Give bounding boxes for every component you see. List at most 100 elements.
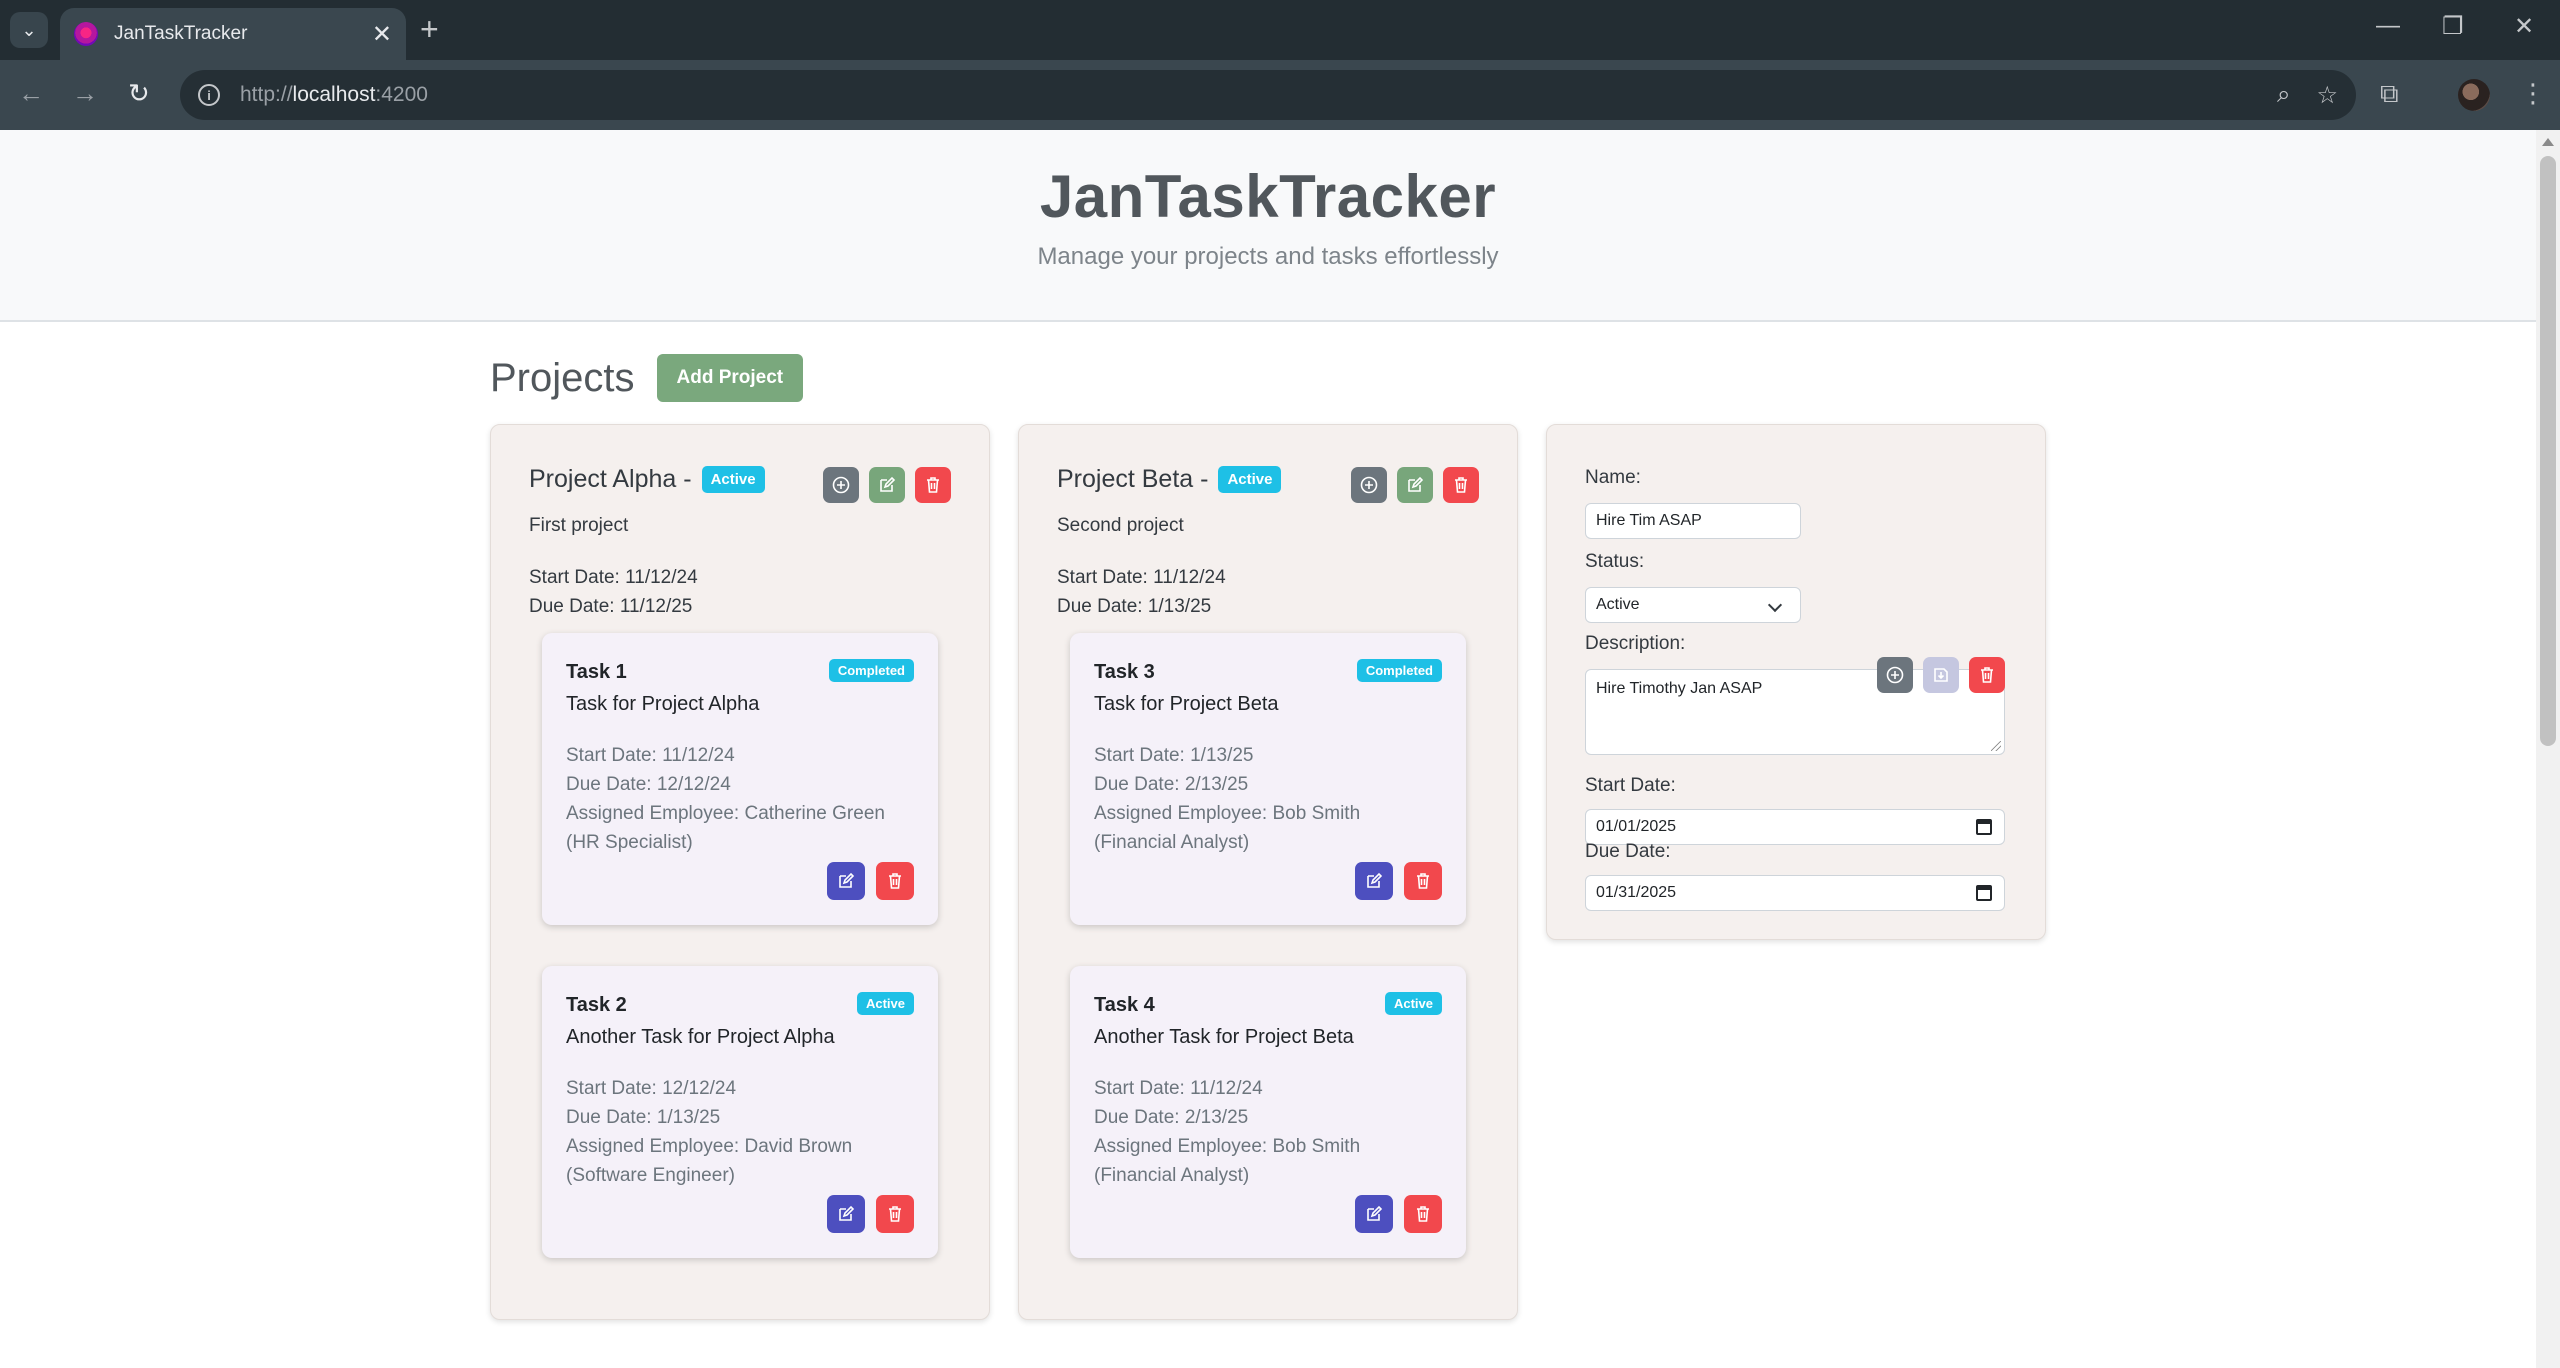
task-actions [827,1195,914,1233]
plus-circle-icon [1360,476,1378,494]
name-label: Name: [1585,467,1641,488]
plus-circle-icon [832,476,850,494]
task-start-date: Start Date: 11/12/24 [566,745,735,766]
page-scrollbar[interactable] [2536,130,2560,1368]
edit-project-button[interactable] [1397,467,1433,503]
task-description: Task for Project Beta [1094,693,1279,715]
site-info-icon[interactable]: i [198,84,220,106]
task-card: Task 2 Active Another Task for Project A… [542,966,938,1258]
browser-tab-bar: ⌄ JanTaskTracker ✕ + — ❐ ✕ [0,0,2560,60]
task-info: Start Date: 11/12/24 Due Date: 2/13/25 A… [1094,1074,1446,1190]
profile-avatar[interactable] [2458,79,2490,111]
task-info: Start Date: 12/12/24 Due Date: 1/13/25 A… [566,1074,918,1190]
project-dates: Start Date: 11/12/24 Due Date: 11/12/25 [529,563,698,621]
project-start-date: Start Date: 11/12/24 [529,567,698,588]
browser-toolbar: ← → ↻ i http://localhost:4200 ⌕ ☆ ⧉ ⋮ [0,60,2560,130]
form-action-buttons [1877,657,2005,693]
task-status-badge: Active [856,992,914,1015]
project-name: Project Beta - [1057,465,1209,493]
minimize-icon[interactable]: — [2376,12,2400,40]
delete-project-button[interactable] [1443,467,1479,503]
tab-search-button[interactable]: ⌄ [10,12,48,48]
task-actions [1355,862,1442,900]
delete-task-button[interactable] [1404,862,1442,900]
new-project-form: Name: Hire Tim ASAP Status: Active Descr… [1546,424,2046,940]
browser-tab[interactable]: JanTaskTracker ✕ [60,8,406,60]
delete-task-button[interactable] [876,862,914,900]
forward-icon[interactable]: → [72,78,98,108]
tab-close-icon[interactable]: ✕ [372,20,392,49]
trash-icon [927,477,939,493]
due-date-label: Due Date: [1585,841,1671,862]
url-text: http://localhost:4200 [240,83,428,106]
status-select[interactable]: Active [1585,587,1801,623]
project-title: Project Beta - Active [1057,465,1282,494]
extensions-icon[interactable]: ⧉ [2380,78,2399,110]
task-status-badge: Completed [828,659,914,682]
task-card: Task 4 Active Another Task for Project B… [1070,966,1466,1258]
due-date-input[interactable]: 01/31/2025 [1585,875,2005,911]
project-due-date: Due Date: 1/13/25 [1057,596,1212,617]
edit-icon [1367,872,1383,888]
task-actions [1355,1195,1442,1233]
reload-icon[interactable]: ↻ [128,78,150,108]
app-subtitle: Manage your projects and tasks effortles… [1037,243,1499,270]
trash-icon [889,873,901,889]
resize-handle-icon[interactable] [1991,741,2001,751]
window-close-icon[interactable]: ✕ [2514,12,2534,41]
task-card: Task 1 Completed Task for Project Alpha … [542,633,938,925]
calendar-icon[interactable] [1976,885,1992,901]
edit-icon [839,872,855,888]
task-name: Task 3 [1094,661,1155,683]
trash-icon [1417,873,1429,889]
address-bar[interactable]: i http://localhost:4200 ⌕ ☆ [180,70,2356,120]
project-card-alpha: Project Alpha - Active First project Sta… [490,424,990,1320]
task-name: Task 2 [566,994,627,1016]
start-date-input[interactable]: 01/01/2025 [1585,809,2005,845]
edit-task-button[interactable] [827,862,865,900]
zoom-icon[interactable]: ⌕ [2277,81,2290,109]
edit-project-button[interactable] [869,467,905,503]
add-task-button[interactable] [1877,657,1913,693]
edit-icon [839,1205,855,1221]
task-name: Task 1 [566,661,627,683]
scroll-thumb[interactable] [2540,156,2556,746]
task-due-date: Due Date: 2/13/25 [1094,774,1249,795]
edit-task-button[interactable] [1355,862,1393,900]
delete-task-button[interactable] [1404,1195,1442,1233]
task-due-date: Due Date: 2/13/25 [1094,1107,1249,1128]
project-dates: Start Date: 11/12/24 Due Date: 1/13/25 [1057,563,1226,621]
description-label: Description: [1585,633,1686,654]
restore-icon[interactable]: ❐ [2442,12,2464,41]
task-card: Task 3 Completed Task for Project Beta S… [1070,633,1466,925]
delete-task-button[interactable] [876,1195,914,1233]
project-description: Second project [1057,515,1184,536]
bookmark-star-icon[interactable]: ☆ [2316,81,2338,110]
calendar-icon[interactable] [1976,819,1992,835]
name-input[interactable]: Hire Tim ASAP [1585,503,1801,539]
new-tab-button[interactable]: + [420,10,439,48]
save-project-button[interactable] [1923,657,1959,693]
page-content: JanTaskTracker Manage your projects and … [0,130,2536,1368]
task-info: Start Date: 1/13/25 Due Date: 2/13/25 As… [1094,741,1446,857]
task-employee: Assigned Employee: Catherine Green (HR S… [566,803,885,853]
back-icon[interactable]: ← [18,78,44,108]
task-start-date: Start Date: 11/12/24 [1094,1078,1263,1099]
edit-task-button[interactable] [1355,1195,1393,1233]
delete-project-button[interactable] [915,467,951,503]
project-name: Project Alpha - [529,465,692,493]
task-name: Task 4 [1094,994,1155,1016]
cancel-project-button[interactable] [1969,657,2005,693]
trash-icon [889,1206,901,1222]
edit-task-button[interactable] [827,1195,865,1233]
project-actions [1351,467,1479,503]
add-project-button[interactable]: Add Project [656,354,804,402]
task-start-date: Start Date: 12/12/24 [566,1078,737,1099]
scroll-up-arrow-icon[interactable] [2542,138,2554,146]
add-task-button[interactable] [1351,467,1387,503]
add-task-button[interactable] [823,467,859,503]
menu-icon[interactable]: ⋮ [2520,78,2546,109]
app-title: JanTaskTracker [1039,163,1497,230]
task-employee: Assigned Employee: David Brown (Software… [566,1136,853,1186]
task-start-date: Start Date: 1/13/25 [1094,745,1254,766]
